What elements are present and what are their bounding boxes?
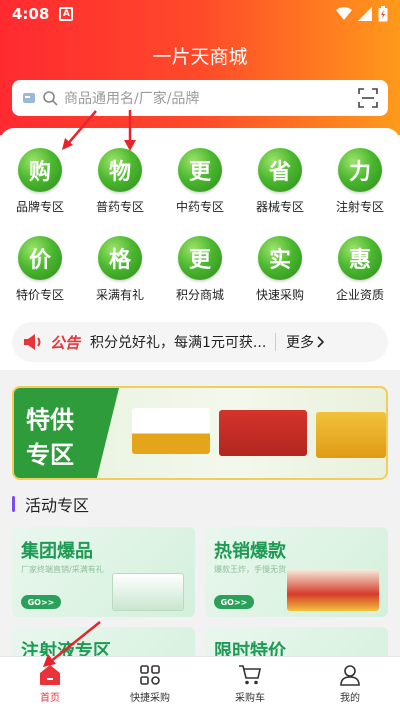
category-item[interactable]: 实 快速采购 [240,236,320,303]
activity-card[interactable]: 集团爆品 厂家终端直销/采满有礼 GO>> [12,527,195,617]
category-row-1: 购 品牌专区 物 普药专区 更 中药专区 省 器械专区 力 注射专区 [0,148,400,215]
status-bar: 4:08 A [0,0,400,28]
category-item[interactable]: 力 注射专区 [320,148,400,215]
category-icon: 购 [18,148,62,192]
scan-icon[interactable] [358,88,378,108]
activity-card[interactable]: 热销爆款 爆款王炸，手慢无货 GO>> [205,527,388,617]
notice-more-link[interactable]: 更多 [286,332,325,352]
tab-label: 采购车 [235,692,265,704]
tab-label: 首页 [40,692,60,704]
category-icon: 格 [98,236,142,280]
wifi-icon [336,7,352,20]
notice-more-label: 更多 [286,335,315,351]
cart-icon [239,664,261,684]
status-time: 4:08 [12,5,50,23]
tab-quick-purchase[interactable]: 快捷采购 [100,657,200,710]
annotation-arrow [124,110,136,151]
chevron-right-icon [317,336,325,348]
go-button[interactable]: GO>> [214,595,254,609]
notification-icon: A [59,7,74,21]
category-icon: 惠 [338,236,382,280]
category-label: 采满有礼 [95,288,144,302]
category-item[interactable]: 更 中药专区 [160,148,240,215]
category-icon: 实 [258,236,302,280]
category-label: 普药专区 [95,200,144,214]
category-item[interactable]: 物 普药专区 [80,148,160,215]
category-label: 快速采购 [255,288,304,302]
activity-card-subtitle: 厂家终端直销/采满有礼 [21,565,104,574]
activity-section-header: 活动专区 [12,492,89,516]
user-icon [340,664,360,686]
category-item[interactable]: 购 品牌专区 [0,148,80,215]
category-label: 企业资质 [335,288,384,302]
activity-section-title: 活动专区 [25,496,90,515]
category-label: 积分商城 [175,288,224,302]
special-supply-banner[interactable]: 特供 专区 [12,386,388,480]
category-label: 品牌专区 [15,200,64,214]
tab-cart[interactable]: 采购车 [200,657,300,710]
battery-icon [378,6,388,22]
category-label: 中药专区 [175,200,224,214]
category-item[interactable]: 价 特价专区 [0,236,80,303]
category-item[interactable]: 省 器械专区 [240,148,320,215]
notice-tag: 公告 [50,333,81,352]
go-button[interactable]: GO>> [21,595,61,609]
category-item[interactable]: 格 采满有礼 [80,236,160,303]
category-label: 注射专区 [335,200,384,214]
category-item[interactable]: 更 积分商城 [160,236,240,303]
category-icon: 物 [98,148,142,192]
category-icon: 省 [258,148,302,192]
category-icon: 更 [178,148,222,192]
tab-label: 我的 [340,692,360,704]
search-placeholder: 商品通用名/厂家/品牌 [64,91,200,107]
category-icon: 力 [338,148,382,192]
product-box-image [287,569,379,611]
grid-icon [140,664,160,685]
category-icon: 更 [178,236,222,280]
activity-card-subtitle: 爆款王炸，手慢无货 [214,565,286,574]
annotation-arrow [62,110,97,150]
search-icon [43,91,58,106]
category-item[interactable]: 惠 企业资质 [320,236,400,303]
activity-card-title: 集团爆品 [21,541,93,562]
page-title: 一片天商城 [152,46,248,68]
signal-icon [358,7,372,21]
notice-divider [275,333,277,351]
tab-mine[interactable]: 我的 [300,657,400,710]
category-row-2: 价 特价专区 格 采满有礼 更 积分商城 实 快速采购 惠 企业资质 [0,236,400,303]
category-label: 特价专区 [15,288,64,302]
category-label: 器械专区 [255,200,304,214]
category-icon: 价 [18,236,62,280]
card-icon [23,93,35,103]
notice-text: 积分兑好礼，每满1元可获... [90,335,266,351]
notice-bar[interactable]: 公告 积分兑好礼，每满1元可获... 更多 [12,322,388,362]
product-box-image [132,408,210,454]
banner-title-line2: 专区 [26,441,74,469]
annotation-arrow [43,621,101,667]
tab-label: 快捷采购 [130,692,170,704]
activity-card-title: 热销爆款 [214,541,286,562]
banner-title-line1: 特供 [26,406,74,434]
product-box-image [112,573,184,611]
product-box-image [316,412,386,458]
section-accent-bar [12,496,15,512]
megaphone-icon [24,334,41,350]
product-box-image [219,410,307,456]
